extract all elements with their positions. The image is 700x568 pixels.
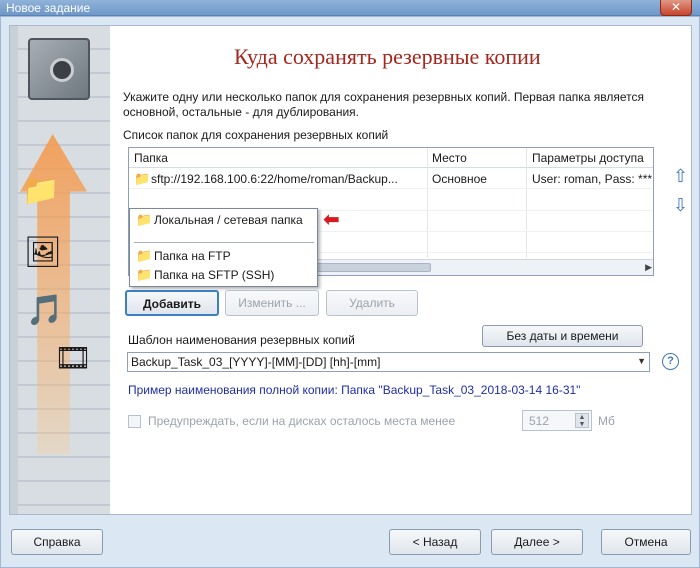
column-header-access[interactable]: Параметры доступа [532, 151, 644, 165]
help-icon[interactable]: ? [662, 353, 679, 370]
menu-item-sftp-folder[interactable]: 📁 Папка на SFTP (SSH) [134, 266, 314, 284]
menu-separator [134, 242, 314, 243]
example-name-text: Пример наименования полной копии: Папка … [128, 383, 581, 397]
menu-item-label: Папка на SFTP (SSH) [154, 268, 275, 282]
move-up-icon[interactable]: ⇧ [673, 167, 688, 185]
row-access: User: roman, Pass: *** [532, 172, 653, 186]
free-space-stepper[interactable]: 512 ▲ ▼ [522, 410, 592, 431]
row-place: Основное [432, 172, 487, 186]
delete-button[interactable]: Удалить [326, 290, 418, 316]
edit-button[interactable]: Изменить ... [225, 290, 319, 316]
add-folder-popup-menu: 📁 Локальная / сетевая папка 📁 Папка на F… [129, 208, 318, 287]
back-button[interactable]: < Назад [389, 529, 481, 555]
help-button[interactable]: Справка [11, 529, 103, 555]
row-folder-path: sftp://192.168.100.6:22/home/roman/Backu… [151, 172, 398, 186]
chevron-down-icon[interactable]: ▼ [637, 356, 646, 366]
page-title: Куда сохранять резервные копии [234, 44, 541, 69]
wizard-content: 📁 🖼 🎵 🎞 Куда сохранять резервные копии У… [9, 25, 692, 515]
table-row[interactable]: 📁 sftp://192.168.100.6:22/home/roman/Bac… [129, 169, 653, 189]
menu-item-label: Локальная / сетевая папка [154, 213, 303, 227]
column-header-folder[interactable]: Папка [134, 151, 168, 165]
close-button[interactable]: ✕ [660, 0, 692, 16]
folder-icon: 📁 [22, 174, 60, 207]
window-title: Новое задание [6, 1, 91, 15]
dialog-frame: 📁 🖼 🎵 🎞 Куда сохранять резервные копии У… [0, 16, 700, 568]
stepper-arrows-icon[interactable]: ▲ ▼ [575, 413, 589, 428]
menu-item-ftp-folder[interactable]: 📁 Папка на FTP [134, 247, 314, 265]
menu-item-local-folder[interactable]: 📁 Локальная / сетевая папка [134, 211, 314, 229]
film-icon: 🎞 [54, 342, 93, 375]
main-panel: Куда сохранять резервные копии Укажите о… [110, 26, 692, 514]
warn-label: Предупреждать, если на дисках осталось м… [148, 414, 456, 428]
menu-item-label: Папка на FTP [154, 249, 231, 263]
next-button[interactable]: Далее > [491, 529, 583, 555]
sftp-folder-icon: 📁 [134, 171, 151, 186]
template-combobox[interactable]: Backup_Task_03_[YYYY]-[MM]-[DD] [hh]-[mm… [127, 352, 650, 372]
template-value: Backup_Task_03_[YYYY]-[MM]-[DD] [hh]-[mm… [131, 355, 381, 369]
safe-icon [28, 38, 90, 100]
page-description: Укажите одну или несколько папок для сох… [123, 90, 645, 119]
image-icon: 🖼 [24, 236, 63, 269]
sftp-folder-icon: 📁 [136, 267, 153, 282]
no-date-button[interactable]: Без даты и времени [482, 325, 643, 347]
title-bar: Новое задание ✕ [0, 0, 700, 16]
ftp-folder-icon: 📁 [136, 248, 153, 263]
scroll-right-icon[interactable]: ▶ [645, 262, 652, 273]
free-space-value: 512 [529, 414, 550, 428]
column-divider [427, 148, 428, 258]
cancel-button[interactable]: Отмена [601, 529, 691, 555]
template-label: Шаблон наименования резервных копий [128, 333, 355, 347]
red-arrow-icon: ⬅ [323, 209, 340, 231]
column-header-place[interactable]: Место [432, 151, 467, 165]
folder-icon: 📁 [136, 212, 153, 227]
dialog-footer: Справка < Назад Далее > Отмена [1, 517, 700, 568]
move-down-icon[interactable]: ⇩ [673, 196, 688, 214]
table-header: Папка Место Параметры доступа [129, 148, 653, 168]
warn-checkbox[interactable] [128, 415, 141, 428]
column-divider [526, 148, 527, 258]
unit-label: Мб [598, 414, 615, 428]
folder-list-label: Список папок для сохранения резервных ко… [123, 128, 389, 142]
wizard-sidebar-illustration: 📁 🖼 🎵 🎞 [10, 26, 110, 514]
music-icon: 🎵 [26, 294, 64, 327]
add-button[interactable]: Добавить [125, 290, 219, 316]
